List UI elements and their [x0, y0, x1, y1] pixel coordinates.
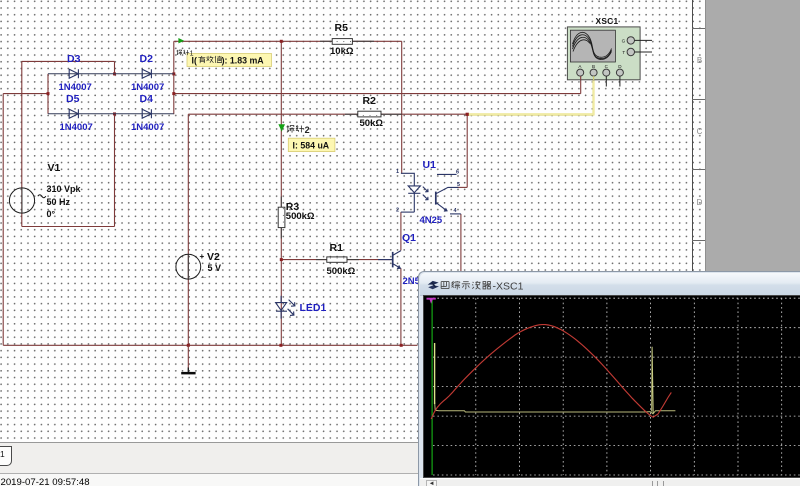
svg-text:6: 6: [456, 170, 459, 176]
svg-text:I(: I(: [192, 55, 197, 65]
svg-text:5: 5: [457, 182, 460, 188]
svg-text:I: 584 uA: I: 584 uA: [293, 141, 330, 151]
svg-text:T: T: [622, 50, 625, 55]
svg-text:B: B: [592, 64, 595, 69]
svg-text:2: 2: [305, 125, 310, 135]
svg-text:): 1.83 mA: ): 1.83 mA: [222, 55, 265, 65]
svg-text:1: 1: [396, 169, 399, 175]
svg-text:2: 2: [396, 208, 399, 214]
svg-text:G: G: [622, 39, 626, 44]
svg-text:4: 4: [454, 208, 458, 214]
